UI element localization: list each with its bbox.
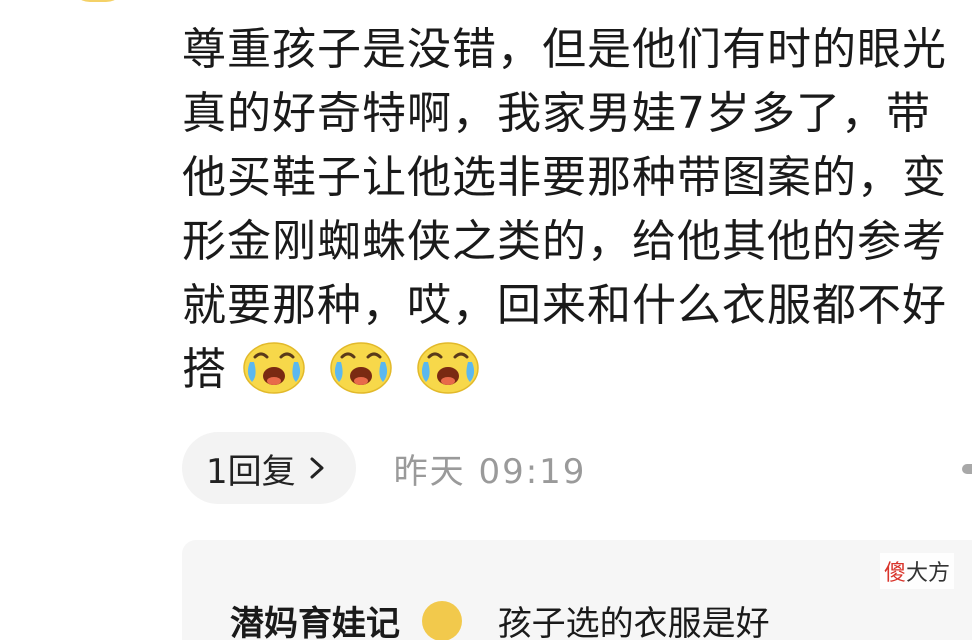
comment-line: 他买鞋子让他选非要那种带图案的，变	[182, 152, 947, 203]
comment-timestamp: 昨天 09:19	[393, 451, 587, 492]
comment-line: 真的好奇特啊，我家男娃7岁多了，带	[182, 88, 931, 139]
reply-preview-card[interactable]: 潜妈育娃记 孩子选的衣服是好	[182, 540, 972, 640]
crying-laughing-emoji-icon	[417, 342, 479, 394]
comment-line: 就要那种，哎，回来和什么衣服都不好	[182, 280, 947, 331]
comment-line: 尊重孩子是没错，但是他们有时的眼光	[182, 24, 947, 75]
comment-line: 形金刚蜘蛛侠之类的，给他其他的参考	[182, 216, 947, 267]
watermark: 傻大方	[879, 553, 954, 589]
watermark-accent: 傻	[883, 561, 906, 586]
author-badge-icon	[421, 601, 462, 640]
comment-line-text: 搭	[182, 344, 227, 395]
reply-text: 孩子选的衣服是好	[497, 604, 770, 640]
watermark-text: 大方	[905, 561, 950, 586]
crying-laughing-emoji-icon	[330, 342, 392, 394]
view-replies-button[interactable]: 1回复	[182, 432, 356, 504]
avatar[interactable]	[70, 0, 126, 2]
more-options-icon[interactable]	[962, 464, 972, 474]
reply-count-label: 1回复	[206, 451, 296, 492]
comment-meta-row: 1回复 昨天 09:19	[182, 432, 586, 504]
chevron-right-icon	[310, 457, 324, 479]
crying-laughing-emoji-icon	[243, 342, 305, 394]
comment-text: 尊重孩子是没错，但是他们有时的眼光 真的好奇特啊，我家男娃7岁多了，带 他买鞋子…	[182, 18, 972, 402]
reply-preview: 潜妈育娃记 孩子选的衣服是好	[230, 596, 770, 640]
comment-last-line: 搭	[182, 338, 972, 402]
reply-author: 潜妈育娃记	[230, 604, 400, 640]
